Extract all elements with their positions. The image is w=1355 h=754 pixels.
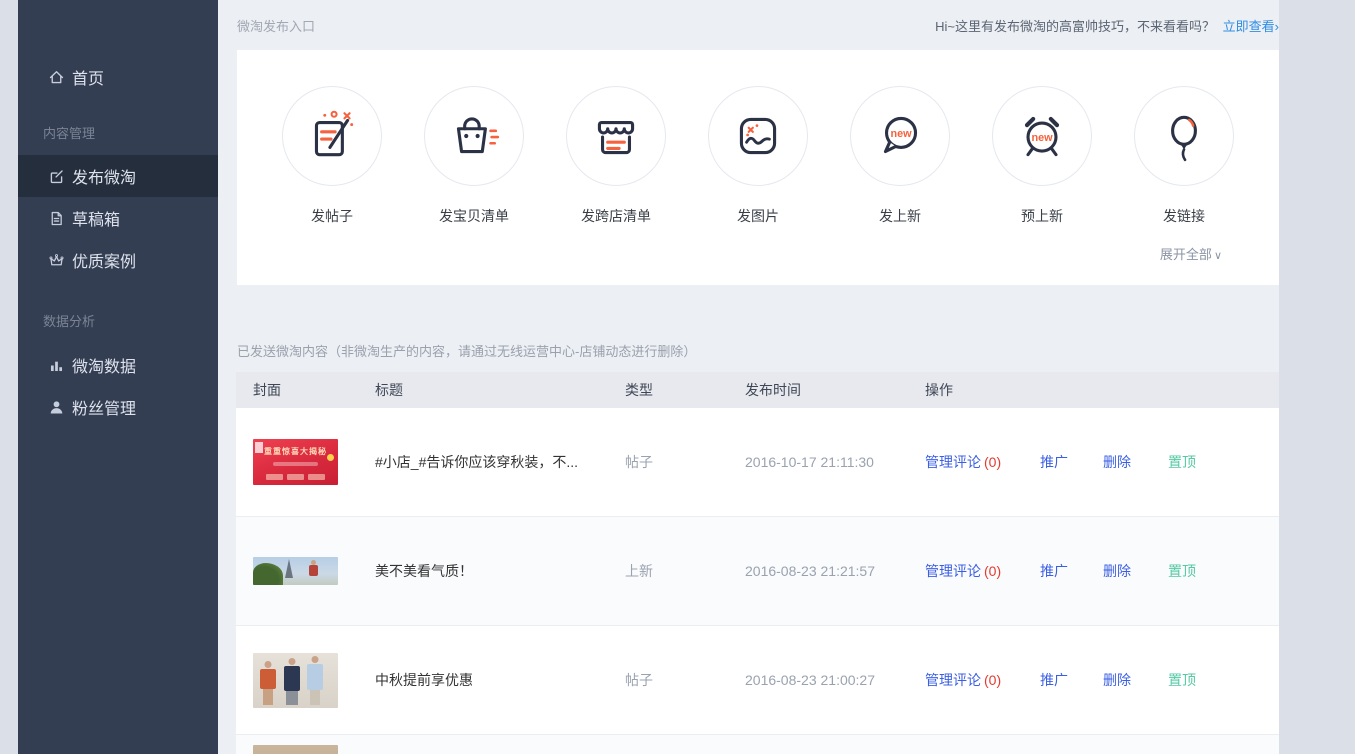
entry-new-arrival[interactable]: new 发上新	[850, 86, 950, 226]
cover-thumbnail	[253, 745, 338, 754]
sent-content-section-title: 已发送微淘内容（非微淘生产的内容，请通过无线运营中心-店铺动态进行删除）	[237, 344, 1279, 359]
comment-count[interactable]: (0)	[984, 454, 1001, 470]
picture-icon	[708, 86, 808, 186]
pin-top-link[interactable]: 置顶	[1168, 452, 1196, 472]
cover-thumbnail: 重重惊喜大揭秘	[253, 439, 338, 485]
promo-text: Hi~这里有发布微淘的高富帅技巧，不来看看吗？	[935, 19, 1215, 34]
app-root: 首页 内容管理 发布微淘 草稿箱 优质案例 数据分析 微淘数	[0, 0, 1355, 754]
table-row: 中秋提前享优惠 帖子 2016-08-23 21:00:27 管理评论(0) 推…	[236, 626, 1279, 735]
entry-label: 发帖子	[282, 206, 382, 226]
entry-picture[interactable]: 发图片	[708, 86, 808, 226]
document-icon	[48, 210, 65, 227]
expand-all-button[interactable]: 展开全部∨	[1160, 244, 1222, 263]
row-type: 上新	[625, 561, 745, 581]
promo-banner: Hi~这里有发布微淘的高富帅技巧，不来看看吗？ 立即查看›	[935, 16, 1279, 35]
table-header: 封面 标题 类型 发布时间 操作	[236, 372, 1279, 408]
new-bubble-icon: new	[850, 86, 950, 186]
pin-top-link[interactable]: 置顶	[1168, 670, 1196, 690]
delete-link[interactable]: 删除	[1103, 672, 1131, 688]
sidebar-item-drafts[interactable]: 草稿箱	[18, 197, 218, 239]
entry-label: 发宝贝清单	[424, 206, 524, 226]
table-row: 重重惊喜大揭秘 #小店_#告诉你应该穿秋装，不... 帖子 2016-10-17…	[236, 408, 1279, 517]
table-row: 美不美看气质！ 上新 2016-08-23 21:21:57 管理评论(0) 推…	[236, 517, 1279, 626]
row-title: 中秋提前享优惠	[375, 670, 625, 690]
row-type: 帖子	[625, 670, 745, 690]
promote-link[interactable]: 推广	[1040, 563, 1068, 579]
sidebar-item-home[interactable]: 首页	[18, 55, 218, 99]
promote-link[interactable]: 推广	[1040, 672, 1068, 688]
sidebar-item-label: 优质案例	[72, 248, 136, 272]
bar-chart-icon	[48, 357, 65, 374]
row-title: #小店_#告诉你应该穿秋装，不...	[375, 452, 625, 472]
balloon-icon	[1134, 86, 1234, 186]
row-publish-time: 2016-10-17 21:11:30	[745, 454, 925, 470]
publish-entry-row: 发帖子 发宝贝清单	[237, 50, 1279, 226]
promo-view-now-link[interactable]: 立即查看	[1223, 19, 1275, 34]
manage-comments-link[interactable]: 管理评论	[925, 672, 981, 688]
sidebar-item-weitao-data[interactable]: 微淘数据	[18, 344, 218, 386]
home-icon	[48, 69, 65, 86]
entry-product-list[interactable]: 发宝贝清单	[424, 86, 524, 226]
column-header-cover: 封面	[236, 380, 375, 400]
sidebar-item-label: 微淘数据	[72, 353, 136, 377]
sidebar-section-content: 内容管理	[18, 124, 218, 144]
row-type: 帖子	[625, 452, 745, 472]
cover-thumbnail	[253, 557, 338, 585]
delete-link[interactable]: 删除	[1103, 563, 1131, 579]
entry-pre-new[interactable]: new 预上新	[992, 86, 1092, 226]
comment-count[interactable]: (0)	[984, 563, 1001, 579]
page-title: 微淘发布入口	[237, 16, 315, 35]
sidebar-item-publish[interactable]: 发布微淘	[18, 155, 218, 197]
entry-label: 发上新	[850, 206, 950, 226]
entry-post[interactable]: 发帖子	[282, 86, 382, 226]
cover-thumbnail	[253, 653, 338, 708]
entry-cross-store-list[interactable]: 发跨店清单	[566, 86, 666, 226]
sidebar-section-data: 数据分析	[18, 312, 218, 332]
alarm-new-icon: new	[992, 86, 1092, 186]
new-badge-text: new	[1031, 132, 1053, 144]
sidebar-item-cases[interactable]: 优质案例	[18, 239, 218, 281]
content-table: 封面 标题 类型 发布时间 操作 重重惊喜大揭秘 #小店_#告诉你应该穿秋装，不…	[236, 372, 1279, 754]
sidebar-item-label: 首页	[72, 65, 104, 89]
user-icon	[48, 399, 65, 416]
sidebar-item-label: 发布微淘	[72, 164, 136, 188]
publish-entry-panel: 发帖子 发宝贝清单	[237, 50, 1279, 285]
column-header-ops: 操作	[925, 380, 1279, 400]
table-row	[236, 735, 1279, 754]
row-publish-time: 2016-08-23 21:21:57	[745, 563, 925, 579]
new-badge-text: new	[890, 128, 912, 140]
pin-top-link[interactable]: 置顶	[1168, 561, 1196, 581]
sidebar: 首页 内容管理 发布微淘 草稿箱 优质案例 数据分析 微淘数	[18, 0, 218, 754]
store-icon	[566, 86, 666, 186]
chevron-down-icon: ∨	[1214, 250, 1222, 262]
manage-comments-link[interactable]: 管理评论	[925, 454, 981, 470]
promo-arrow: ›	[1275, 19, 1279, 34]
topbar: 微淘发布入口 Hi~这里有发布微淘的高富帅技巧，不来看看吗？ 立即查看›	[237, 0, 1279, 50]
row-title: 美不美看气质！	[375, 561, 625, 581]
main-content: 微淘发布入口 Hi~这里有发布微淘的高富帅技巧，不来看看吗？ 立即查看›	[218, 0, 1279, 754]
delete-link[interactable]: 删除	[1103, 454, 1131, 470]
entry-label: 发图片	[708, 206, 808, 226]
column-header-time: 发布时间	[745, 380, 925, 400]
crown-icon	[48, 252, 65, 269]
promote-link[interactable]: 推广	[1040, 454, 1068, 470]
sidebar-item-label: 粉丝管理	[72, 395, 136, 419]
post-icon	[282, 86, 382, 186]
sidebar-item-fans[interactable]: 粉丝管理	[18, 386, 218, 428]
entry-label: 预上新	[992, 206, 1092, 226]
entry-label: 发跨店清单	[566, 206, 666, 226]
comment-count[interactable]: (0)	[984, 672, 1001, 688]
entry-link[interactable]: 发链接	[1134, 86, 1234, 226]
edit-icon	[48, 168, 65, 185]
bag-icon	[424, 86, 524, 186]
manage-comments-link[interactable]: 管理评论	[925, 563, 981, 579]
entry-label: 发链接	[1134, 206, 1234, 226]
row-publish-time: 2016-08-23 21:00:27	[745, 672, 925, 688]
column-header-title: 标题	[375, 380, 625, 400]
sidebar-item-label: 草稿箱	[72, 206, 120, 230]
column-header-type: 类型	[625, 380, 745, 400]
